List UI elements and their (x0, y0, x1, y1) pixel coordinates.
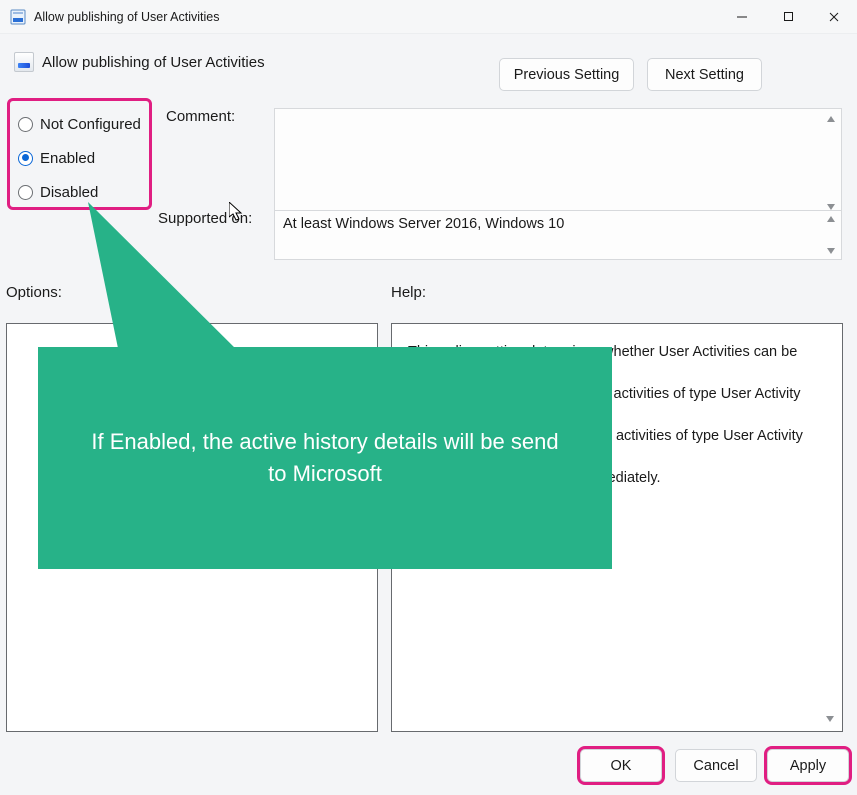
state-radio-group: Not Configured Enabled Disabled (7, 98, 152, 210)
scroll-down-icon[interactable] (823, 243, 839, 259)
comment-textarea[interactable] (274, 108, 842, 218)
ok-button[interactable]: OK (580, 749, 662, 782)
close-button[interactable] (811, 0, 857, 33)
annotation-callout: If Enabled, the active history details w… (38, 347, 612, 569)
radio-icon (18, 117, 33, 132)
radio-label: Disabled (40, 184, 98, 201)
radio-disabled[interactable]: Disabled (18, 175, 141, 209)
maximize-button[interactable] (765, 0, 811, 33)
radio-not-configured[interactable]: Not Configured (18, 107, 141, 141)
comment-label: Comment: (166, 108, 235, 125)
policy-icon (14, 52, 34, 72)
radio-icon (18, 151, 33, 166)
minimize-button[interactable] (719, 0, 765, 33)
dialog-content: Allow publishing of User Activities Prev… (0, 34, 857, 795)
scroll-up-icon[interactable] (823, 111, 839, 127)
apply-button[interactable]: Apply (767, 749, 849, 782)
radio-enabled[interactable]: Enabled (18, 141, 141, 175)
policy-header: Allow publishing of User Activities (14, 52, 265, 72)
options-label: Options: (6, 284, 62, 301)
cancel-button[interactable]: Cancel (675, 749, 757, 782)
titlebar: Allow publishing of User Activities (0, 0, 857, 34)
radio-label: Enabled (40, 150, 95, 167)
policy-app-icon (10, 9, 26, 25)
supported-on-text: At least Windows Server 2016, Windows 10 (283, 216, 564, 232)
previous-setting-button[interactable]: Previous Setting (499, 58, 634, 91)
supported-on-label: Supported on: (158, 210, 252, 227)
policy-title: Allow publishing of User Activities (42, 54, 265, 71)
supported-on-field: At least Windows Server 2016, Windows 10 (274, 210, 842, 260)
next-setting-button[interactable]: Next Setting (647, 58, 762, 91)
radio-icon (18, 185, 33, 200)
scroll-down-icon[interactable] (822, 711, 838, 727)
scroll-up-icon[interactable] (823, 211, 839, 227)
window-title: Allow publishing of User Activities (34, 10, 719, 24)
window-controls (719, 0, 857, 33)
help-label: Help: (391, 284, 426, 301)
radio-label: Not Configured (40, 116, 141, 133)
